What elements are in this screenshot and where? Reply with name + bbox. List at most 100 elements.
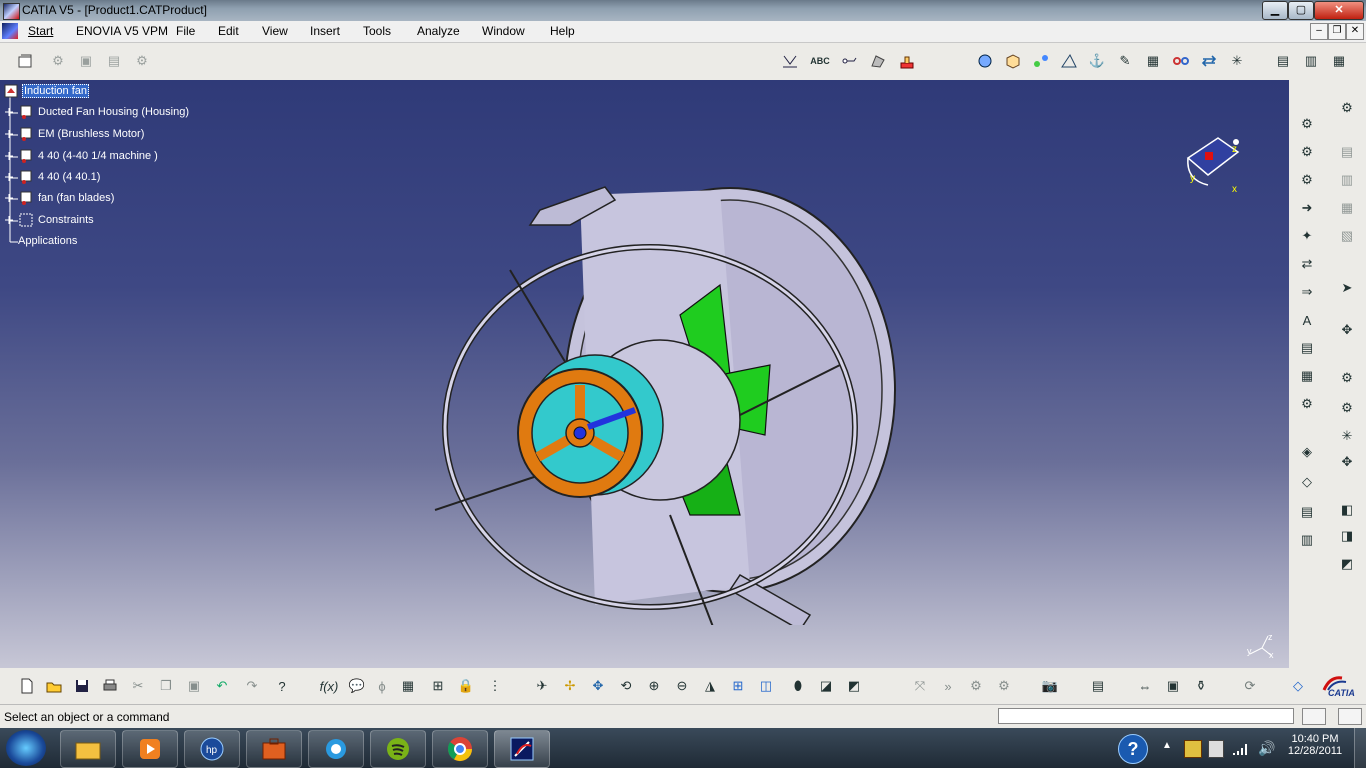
swap-icon[interactable]: [1199, 51, 1219, 71]
sparkle-icon[interactable]: ✳: [1227, 51, 1247, 71]
zoom-out-icon[interactable]: ⊖: [672, 676, 692, 696]
tree-expand-icon[interactable]: [3, 192, 15, 207]
define-multi-instantiation-icon[interactable]: ◇: [1297, 472, 1317, 492]
normal-view-icon[interactable]: ◮: [700, 676, 720, 696]
select-pointer-icon[interactable]: ➤: [1337, 278, 1357, 298]
tree-item-applications[interactable]: Applications: [18, 235, 77, 247]
assembly-tree-icon[interactable]: ▤: [1273, 51, 1293, 71]
compass-icon[interactable]: [1178, 130, 1248, 195]
section-icon[interactable]: [1003, 51, 1023, 71]
symmetry-icon[interactable]: ◧: [1337, 500, 1357, 520]
tree-root-induction-fan[interactable]: Induction fan: [22, 84, 89, 98]
windows-start-icon[interactable]: [6, 730, 46, 766]
selective-load-icon[interactable]: ▤: [1297, 338, 1317, 358]
measure-between-icon[interactable]: ⇔: [1135, 676, 1155, 696]
menu-insert[interactable]: Insert: [310, 24, 340, 38]
formula-icon[interactable]: f(x): [319, 676, 339, 696]
zoom-in-icon[interactable]: ⊕: [644, 676, 664, 696]
fit-all-icon[interactable]: ✢: [560, 676, 580, 696]
show-desktop-button[interactable]: [1354, 728, 1366, 768]
tree-expand-icon[interactable]: [3, 128, 15, 143]
tree-item-constraints[interactable]: Constraints: [38, 214, 94, 226]
new-file-icon[interactable]: [17, 676, 37, 696]
close-button[interactable]: ✕: [1314, 1, 1364, 20]
maximize-button[interactable]: ▢: [1288, 1, 1314, 20]
scene-manager-icon[interactable]: ▤: [1297, 502, 1317, 522]
catia-app-icon[interactable]: [3, 3, 20, 20]
exploded-view-icon[interactable]: ▥: [1297, 530, 1317, 550]
menu-view[interactable]: View: [262, 24, 288, 38]
chrome-icon[interactable]: [432, 730, 488, 768]
tree-item-fan-blades[interactable]: fan (fan blades): [38, 192, 114, 204]
graph-tree-reorder-icon[interactable]: ⇒: [1297, 282, 1317, 302]
mdi-close-button[interactable]: ✕: [1346, 23, 1364, 40]
menu-tools[interactable]: Tools: [363, 24, 391, 38]
status-toggle2-button[interactable]: [1338, 708, 1362, 725]
gears-icon[interactable]: ⚙: [1337, 98, 1357, 118]
tree-item-motor[interactable]: EM (Brushless Motor): [38, 128, 144, 140]
translate-icon[interactable]: ◨: [1337, 526, 1357, 546]
hp-icon[interactable]: hp: [184, 730, 240, 768]
briefcase-icon[interactable]: [246, 730, 302, 768]
volume-icon[interactable]: 🔊: [1258, 740, 1275, 757]
stop-manipulate-on-clash-icon[interactable]: ✥: [1337, 452, 1357, 472]
ie-icon[interactable]: [308, 730, 364, 768]
tree-item-screw-1[interactable]: 4 40 (4-40 1/4 machine ): [38, 150, 158, 162]
knowledge-advisor-icon[interactable]: 💬: [347, 676, 367, 696]
insert-component-icon[interactable]: ⚙: [1297, 114, 1317, 134]
catalog-icon[interactable]: ▤: [1088, 676, 1108, 696]
text-abc-icon[interactable]: ABC: [810, 51, 830, 71]
fly-mode-icon[interactable]: ✈: [532, 676, 552, 696]
update-icon[interactable]: ⟳: [1240, 676, 1260, 696]
flag-note-icon[interactable]: [840, 51, 860, 71]
existing-component-icon[interactable]: ➜: [1297, 198, 1317, 218]
tree-expand-icon[interactable]: [3, 150, 15, 165]
tree-expand-icon[interactable]: [3, 171, 15, 186]
start-menu-icon[interactable]: [2, 23, 18, 39]
ducted-fan-model[interactable]: [420, 165, 920, 625]
multi-view-icon[interactable]: ⊞: [728, 676, 748, 696]
manipulate-icon[interactable]: ✥: [1337, 320, 1357, 340]
menu-start[interactable]: Start: [28, 24, 53, 38]
status-toggle-button[interactable]: [1302, 708, 1326, 725]
open-folder-icon[interactable]: [44, 676, 64, 696]
command-input[interactable]: [998, 708, 1294, 724]
media-player-icon[interactable]: [122, 730, 178, 768]
explode-icon[interactable]: ✳: [1337, 426, 1357, 446]
menu-window[interactable]: Window: [482, 24, 525, 38]
mdi-restore-button[interactable]: ❐: [1328, 23, 1346, 40]
manage-representations-icon[interactable]: ▦: [1297, 366, 1317, 386]
multi-instantiation-icon[interactable]: ⚙: [1297, 394, 1317, 414]
assembly-tree2-icon[interactable]: ▥: [1301, 51, 1321, 71]
menu-analyze[interactable]: Analyze: [417, 24, 460, 38]
tree-item-housing[interactable]: Ducted Fan Housing (Housing): [38, 106, 189, 118]
catia-icon[interactable]: [494, 730, 550, 768]
parameters-tree-icon[interactable]: ⊞: [428, 676, 448, 696]
product-icon[interactable]: [16, 51, 36, 71]
insert-product-icon[interactable]: ⚙: [1297, 142, 1317, 162]
sketch-icon[interactable]: [1059, 51, 1079, 71]
whats-this-icon[interactable]: ?: [272, 676, 292, 696]
print-icon[interactable]: [100, 676, 120, 696]
link-icon[interactable]: [1171, 51, 1191, 71]
hide-show-icon[interactable]: ◪: [816, 676, 836, 696]
measure-inertia-icon[interactable]: ⚱: [1191, 676, 1211, 696]
bom-icon[interactable]: ▦: [1143, 51, 1163, 71]
minimize-button[interactable]: ▁: [1262, 1, 1288, 20]
insert-part-icon[interactable]: ⚙: [1297, 170, 1317, 190]
snap-move-icon[interactable]: ⚙: [1337, 368, 1357, 388]
swap-visible-space-icon[interactable]: ◩: [844, 676, 864, 696]
tree-expand-icon[interactable]: [3, 106, 15, 121]
fast-multi-instantiation-icon[interactable]: ◈: [1297, 442, 1317, 462]
undo-icon[interactable]: ↶: [212, 676, 232, 696]
menu-edit[interactable]: Edit: [218, 24, 239, 38]
snap-icon[interactable]: [780, 51, 800, 71]
network-icon[interactable]: [1232, 742, 1248, 759]
tray-device-icon[interactable]: [1208, 740, 1224, 758]
menu-file[interactable]: File: [176, 24, 195, 38]
menu-enovia[interactable]: ENOVIA V5 VPM: [76, 24, 168, 38]
tree-item-screw-2[interactable]: 4 40 (4 40.1): [38, 171, 100, 183]
clock[interactable]: 10:40 PM 12/28/2011: [1280, 733, 1350, 757]
lock-icon[interactable]: 🔒: [456, 676, 476, 696]
pencil-icon[interactable]: ✎: [1115, 51, 1135, 71]
